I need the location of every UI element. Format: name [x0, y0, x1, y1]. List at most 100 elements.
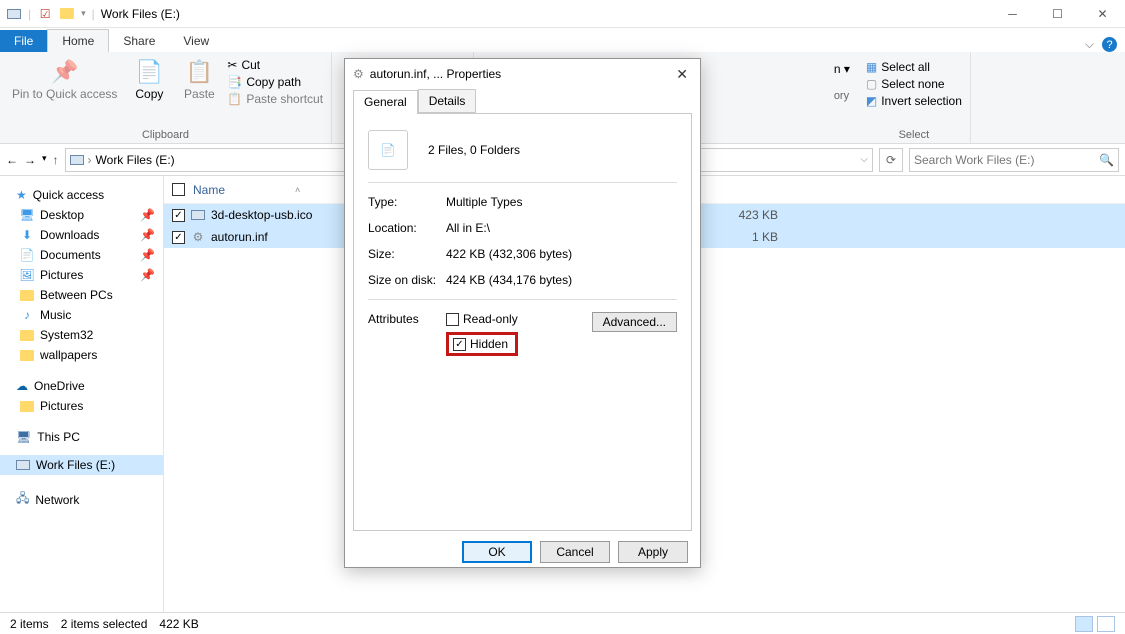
breadcrumb-text[interactable]: Work Files (E:): [96, 153, 175, 167]
paste-shortcut-button[interactable]: 📋Paste shortcut: [227, 92, 323, 106]
address-dropdown-icon[interactable]: ⌵: [860, 154, 868, 165]
advanced-button[interactable]: Advanced...: [592, 312, 677, 332]
tab-view[interactable]: View: [169, 30, 223, 52]
nav-recent-button[interactable]: ▾: [42, 153, 47, 167]
size-on-disk-value: 424 KB (434,176 bytes): [446, 273, 572, 287]
qat-folder-icon[interactable]: [59, 6, 75, 22]
ribbon-fragment: ory: [834, 90, 850, 102]
sidebar-quick-access[interactable]: ★Quick access: [0, 182, 163, 205]
apply-button[interactable]: Apply: [618, 541, 688, 563]
sidebar-item-work-files[interactable]: Work Files (E:): [0, 455, 163, 475]
tab-file[interactable]: File: [0, 30, 47, 52]
copy-button[interactable]: 📄 Copy: [127, 56, 171, 103]
pin-icon: 📌: [140, 248, 155, 262]
sort-asc-icon: ˄: [295, 185, 300, 195]
separator: |: [92, 7, 95, 21]
type-label: Type:: [368, 195, 446, 209]
close-button[interactable]: ✕: [1080, 0, 1125, 28]
multi-file-icon: 📄: [368, 130, 408, 170]
qat-checkbox-icon[interactable]: ☑: [37, 6, 53, 22]
view-large-button[interactable]: [1097, 616, 1115, 632]
nav-forward-button[interactable]: →: [24, 153, 36, 167]
ok-button[interactable]: OK: [462, 541, 532, 563]
sidebar-network[interactable]: 🖧Network: [0, 483, 163, 513]
select-all-button[interactable]: ▦Select all: [866, 60, 962, 74]
size-label: Size:: [368, 247, 446, 261]
hidden-checkbox[interactable]: ✓Hidden: [453, 337, 508, 351]
sidebar-item-wallpapers[interactable]: wallpapers: [0, 345, 163, 365]
maximize-button[interactable]: ☐: [1035, 0, 1080, 28]
group-label-select: Select: [866, 127, 962, 143]
sidebar-this-pc[interactable]: 🖥This PC: [0, 424, 163, 447]
copy-path-icon: 📑: [227, 75, 242, 89]
tab-home[interactable]: Home: [47, 29, 109, 52]
properties-dialog: ⚙ autorun.inf, ... Properties ✕ General …: [344, 58, 701, 568]
search-icon: 🔍: [1099, 153, 1114, 167]
select-all-icon: ▦: [866, 60, 877, 74]
readonly-checkbox[interactable]: Read-only: [446, 312, 518, 326]
documents-icon: 📄: [20, 248, 34, 262]
cut-button[interactable]: ✂Cut: [227, 58, 323, 72]
location-value: All in E:\: [446, 221, 490, 235]
search-input[interactable]: [914, 153, 1099, 167]
ribbon-fragment: n ▾: [834, 62, 850, 76]
sidebar-item-between-pcs[interactable]: Between PCs: [0, 285, 163, 305]
ribbon-tabs: File Home Share View ⌵ ?: [0, 28, 1125, 52]
type-value: Multiple Types: [446, 195, 522, 209]
dialog-tab-details[interactable]: Details: [418, 89, 477, 113]
music-icon: ♪: [20, 308, 34, 322]
sidebar-item-downloads[interactable]: ⬇Downloads📌: [0, 225, 163, 245]
sidebar-item-music[interactable]: ♪Music: [0, 305, 163, 325]
row-checkbox[interactable]: ✓: [172, 231, 185, 244]
paste-button[interactable]: 📋 Paste: [177, 56, 221, 103]
sidebar-item-documents[interactable]: 📄Documents📌: [0, 245, 163, 265]
qat-dropdown-icon[interactable]: ▾: [81, 8, 86, 19]
invert-selection-button[interactable]: ◩Invert selection: [866, 94, 962, 108]
pin-icon: 📌: [140, 268, 155, 282]
dialog-tab-general[interactable]: General: [353, 90, 418, 114]
cancel-button[interactable]: Cancel: [540, 541, 610, 563]
pictures-icon: 🖼: [20, 268, 34, 282]
window-title: Work Files (E:): [101, 7, 180, 21]
sidebar-item-desktop[interactable]: 🖥Desktop📌: [0, 205, 163, 225]
row-checkbox[interactable]: ✓: [172, 209, 185, 222]
dialog-file-icon: ⚙: [353, 67, 364, 81]
drive-icon: [70, 153, 84, 167]
sidebar-onedrive[interactable]: ☁OneDrive: [0, 373, 163, 396]
sidebar-item-od-pictures[interactable]: Pictures: [0, 396, 163, 416]
select-none-icon: ▢: [866, 77, 877, 91]
tab-share[interactable]: Share: [109, 30, 169, 52]
pin-icon: 📌: [140, 208, 155, 222]
folder-icon: [20, 328, 34, 342]
ribbon-collapse-icon[interactable]: ⌵: [1085, 37, 1094, 52]
select-none-button[interactable]: ▢Select none: [866, 77, 962, 91]
file-size-cell: 423 KB: [718, 208, 778, 222]
minimize-button[interactable]: ─: [990, 0, 1035, 28]
file-size-cell: 1 KB: [718, 230, 778, 244]
column-name[interactable]: Name: [193, 183, 287, 197]
separator: |: [28, 7, 31, 21]
star-icon: ★: [16, 188, 27, 202]
refresh-button[interactable]: ⟳: [879, 148, 903, 172]
ico-file-icon: [191, 208, 205, 222]
size-on-disk-label: Size on disk:: [368, 273, 446, 287]
nav-back-button[interactable]: ←: [6, 153, 18, 167]
sidebar-item-pictures[interactable]: 🖼Pictures📌: [0, 265, 163, 285]
sidebar-item-system32[interactable]: System32: [0, 325, 163, 345]
file-name-cell: autorun.inf: [211, 230, 268, 244]
dialog-close-button[interactable]: ✕: [672, 66, 692, 83]
select-all-checkbox[interactable]: [172, 183, 185, 196]
copy-path-button[interactable]: 📑Copy path: [227, 75, 323, 89]
scissors-icon: ✂: [227, 58, 237, 72]
status-bar: 2 items 2 items selected 422 KB: [0, 612, 1125, 634]
pin-icon: 📌: [140, 228, 155, 242]
pin-to-quick-access-button[interactable]: 📌 Pin to Quick access: [8, 56, 121, 103]
inf-file-icon: ⚙: [191, 230, 205, 244]
help-icon[interactable]: ?: [1102, 37, 1117, 52]
view-details-button[interactable]: [1075, 616, 1093, 632]
shortcut-icon: 📋: [227, 92, 242, 106]
window-title-bar: | ☑ ▾ | Work Files (E:) ─ ☐ ✕: [0, 0, 1125, 28]
search-box[interactable]: 🔍: [909, 148, 1119, 172]
nav-up-button[interactable]: ↑: [53, 153, 59, 167]
location-label: Location:: [368, 221, 446, 235]
